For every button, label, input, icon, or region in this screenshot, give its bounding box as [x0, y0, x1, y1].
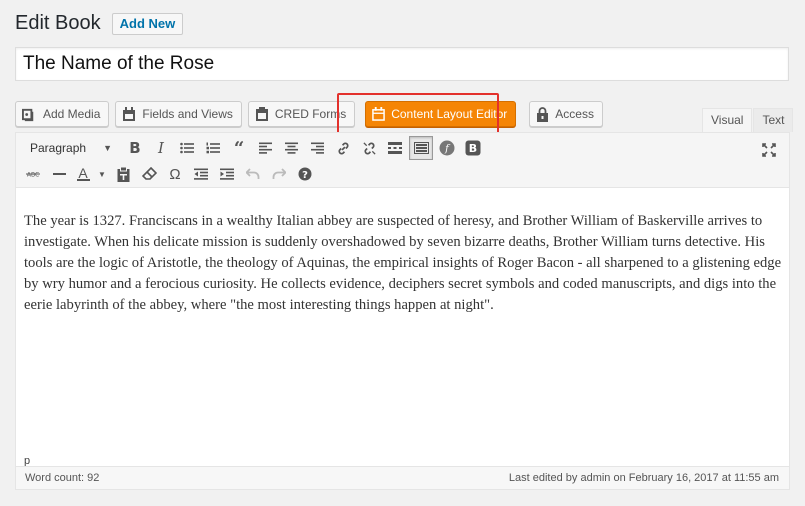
bold-icon[interactable]: B	[123, 136, 147, 160]
calendar-icon	[123, 106, 136, 121]
outdent-icon[interactable]	[189, 162, 213, 186]
fullscreen-icon[interactable]	[757, 138, 781, 162]
align-right-icon[interactable]	[305, 136, 329, 160]
redo-icon[interactable]	[267, 162, 291, 186]
help-icon[interactable]: ?	[293, 162, 317, 186]
toolbar-toggle-icon[interactable]	[409, 136, 433, 160]
editor-content[interactable]: The year is 1327. Franciscans in a wealt…	[24, 211, 784, 316]
post-title-input[interactable]: The Name of the Rose	[15, 47, 789, 81]
undo-icon[interactable]	[241, 162, 265, 186]
add-media-button[interactable]: Add Media	[15, 101, 110, 127]
text-color-icon[interactable]: A	[73, 162, 93, 186]
unlink-icon[interactable]	[357, 136, 381, 160]
page-title: Edit Book	[15, 12, 101, 34]
highlight-box	[337, 93, 499, 136]
add-new-button[interactable]: Add New	[111, 13, 184, 35]
add-media-label: Add Media	[43, 107, 101, 121]
italic-icon[interactable]: I	[149, 136, 173, 160]
format-select[interactable]: Paragraph ▼	[21, 137, 117, 159]
tab-visual[interactable]: Visual	[702, 108, 753, 133]
chevron-down-icon: ▼	[103, 143, 112, 153]
numbered-list-icon[interactable]	[201, 136, 225, 160]
lock-icon	[537, 106, 549, 122]
add-media-icon	[22, 108, 34, 121]
fields-and-views-label: Fields and Views	[142, 107, 233, 121]
views-icon[interactable]: f	[435, 136, 459, 160]
special-character-icon[interactable]: Ω	[163, 162, 187, 186]
align-center-icon[interactable]	[279, 136, 303, 160]
status-bar: Word count: 92 Last edited by admin on F…	[16, 466, 789, 489]
horizontal-line-icon[interactable]	[47, 162, 71, 186]
paste-text-icon[interactable]	[111, 162, 135, 186]
indent-icon[interactable]	[215, 162, 239, 186]
svg-text:ABC: ABC	[27, 172, 39, 179]
format-select-value: Paragraph	[30, 141, 87, 155]
strikethrough-icon[interactable]: ABC	[21, 162, 45, 186]
cred-forms-label: CRED Forms	[274, 107, 347, 121]
last-edited: Last edited by admin on February 16, 201…	[508, 472, 779, 484]
access-button[interactable]: Access	[529, 101, 603, 127]
access-label: Access	[555, 107, 594, 121]
editor: Paragraph ▼ B I “ f B ABC A ▼ Ω ? The ye…	[15, 132, 790, 490]
svg-text:?: ?	[302, 170, 308, 181]
blockquote-icon[interactable]: “	[227, 136, 251, 160]
bootstrap-icon[interactable]: B	[461, 136, 485, 160]
svg-text:B: B	[469, 142, 477, 155]
media-buttons: Add Media Fields and Views CRED Forms Co…	[15, 101, 609, 127]
editor-toolbar: Paragraph ▼ B I “ f B ABC A ▼ Ω ?	[16, 133, 789, 188]
link-icon[interactable]	[331, 136, 355, 160]
page-heading: Edit Book Add New	[15, 12, 184, 35]
tab-text[interactable]: Text	[753, 108, 794, 132]
chevron-down-icon[interactable]: ▼	[95, 162, 109, 186]
align-left-icon[interactable]	[253, 136, 277, 160]
form-icon	[255, 106, 268, 121]
fields-and-views-button[interactable]: Fields and Views	[115, 101, 242, 127]
read-more-icon[interactable]	[383, 136, 407, 160]
editor-tabs: Visual Text	[697, 108, 794, 133]
toolbar-row-1: Paragraph ▼ B I “ f B	[21, 135, 487, 161]
clear-formatting-icon[interactable]	[137, 162, 161, 186]
bullet-list-icon[interactable]	[175, 136, 199, 160]
toolbar-row-2: ABC A ▼ Ω ?	[21, 161, 319, 187]
word-count: Word count: 92	[25, 472, 100, 484]
